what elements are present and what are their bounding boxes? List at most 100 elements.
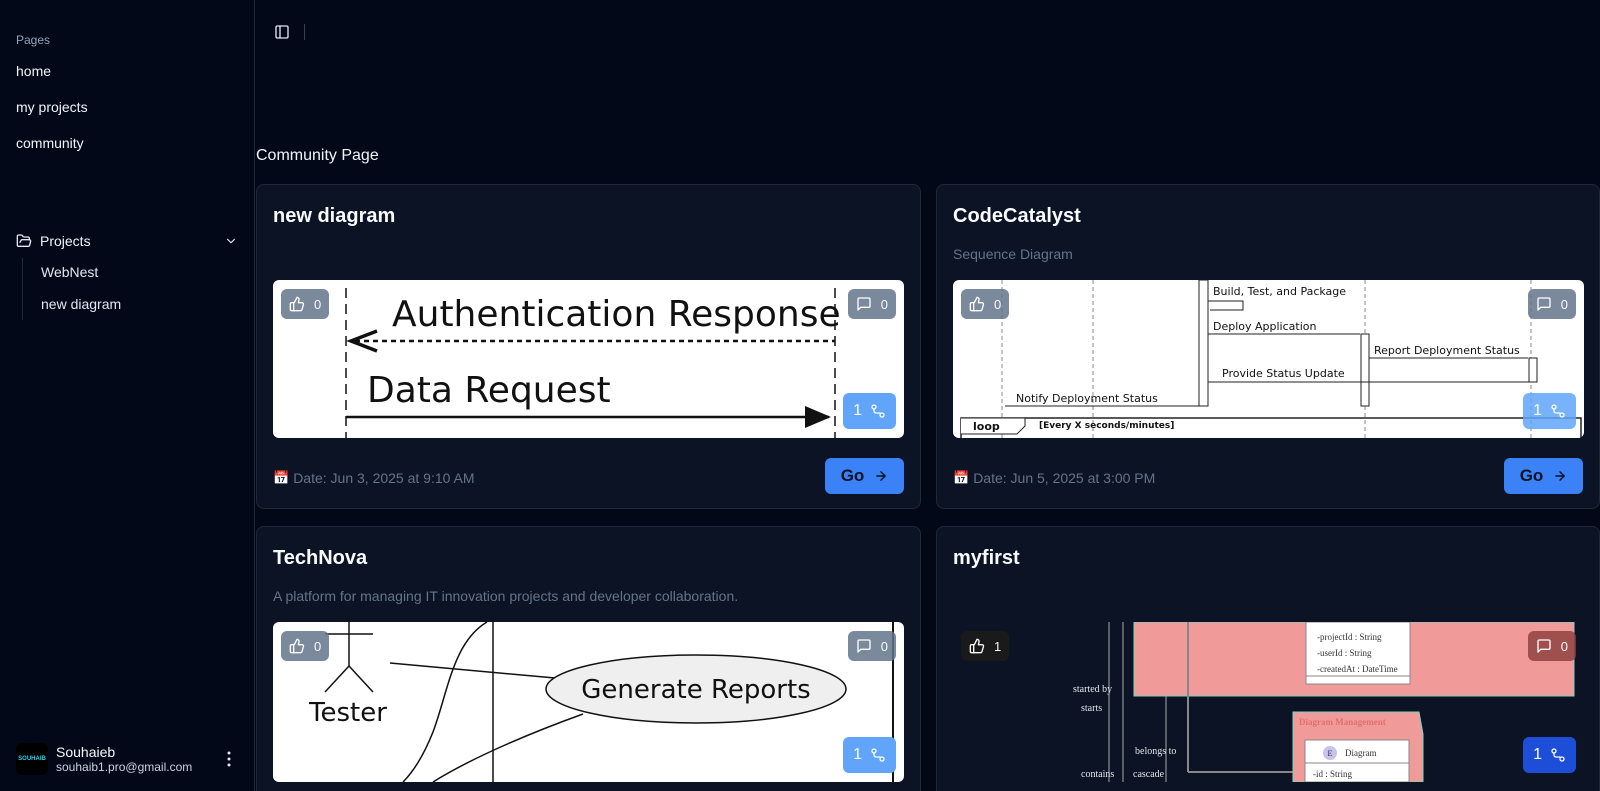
diagram-preview-image: Build, Test, and Package Deploy Applicat…: [960, 280, 1582, 438]
diagram-preview-image: Authentication Response Data Request: [345, 288, 841, 438]
fork-button[interactable]: 1: [1523, 737, 1576, 773]
comment-count: 0: [880, 638, 888, 654]
preview-label: starts: [1081, 703, 1102, 714]
like-button[interactable]: 0: [281, 289, 330, 319]
thumbs-up-icon: [969, 638, 985, 654]
sidebar-toggle-icon[interactable]: [274, 24, 290, 40]
project-card: TechNova A platform for managing IT inno…: [256, 526, 921, 791]
message-square-icon: [1537, 639, 1551, 653]
fork-count: 1: [853, 402, 862, 419]
project-item-new-diagram[interactable]: new diagram: [41, 296, 121, 312]
arrow-right-icon: [1555, 471, 1566, 481]
git-fork-icon: [871, 748, 885, 762]
preview-label: Provide Status Update: [1222, 367, 1345, 380]
fork-button[interactable]: 1: [843, 393, 896, 429]
preview-label: Diagram Management: [1299, 717, 1386, 727]
chevron-down-icon: [226, 238, 236, 244]
thumbs-up-icon: [289, 296, 305, 312]
preview-label: [Every X seconds/minutes]: [1039, 421, 1174, 431]
like-count: 0: [314, 638, 322, 654]
sidebar-link-home[interactable]: home: [16, 63, 51, 79]
go-button[interactable]: Go: [825, 458, 904, 494]
fork-count: 1: [1533, 746, 1542, 763]
git-fork-icon: [871, 404, 885, 418]
diagram-preview[interactable]: -projectId : String -userId : String -cr…: [953, 622, 1584, 782]
project-card: myfirst -projectId : String -userId : St…: [936, 526, 1600, 791]
project-item-webnest[interactable]: WebNest: [41, 264, 98, 280]
like-count: 1: [994, 638, 1002, 654]
thumbs-up-icon: [289, 638, 305, 654]
git-fork-icon: [1551, 748, 1565, 762]
calendar-icon: 📅: [953, 470, 970, 485]
card-title: CodeCatalyst: [953, 205, 1081, 227]
card-description: Sequence Diagram: [953, 246, 1073, 262]
diagram-preview[interactable]: Build, Test, and Package Deploy Applicat…: [953, 280, 1584, 438]
sidebar: Pages home my projects community Project…: [0, 0, 255, 791]
projects-label: Projects: [40, 233, 91, 249]
card-description: A platform for managing IT innovation pr…: [273, 588, 739, 604]
preview-label: Notify Deployment Status: [1016, 392, 1158, 405]
go-button[interactable]: Go: [1504, 458, 1583, 494]
go-label: Go: [1519, 466, 1544, 485]
sidebar-link-community[interactable]: community: [16, 135, 84, 151]
preview-label: Report Deployment Status: [1374, 344, 1520, 357]
like-count: 0: [994, 296, 1002, 312]
diagram-preview-image: -projectId : String -userId : String -cr…: [1073, 622, 1575, 782]
thumbs-up-icon: [969, 296, 985, 312]
comment-count: 0: [1560, 296, 1568, 312]
preview-label: Build, Test, and Package: [1213, 285, 1346, 298]
message-square-icon: [857, 297, 871, 311]
project-card: new diagram Authentication Response Data…: [256, 184, 921, 509]
preview-label: Authentication Response: [392, 294, 841, 335]
card-date-text: Date: Jun 5, 2025 at 3:00 PM: [973, 470, 1156, 486]
preview-label: contains: [1081, 769, 1114, 780]
fork-button[interactable]: 1: [843, 737, 896, 773]
class-stereotype-letter: E: [1328, 749, 1333, 758]
git-fork-icon: [1551, 404, 1565, 418]
diagram-preview-image: Tester Generate Reports: [308, 622, 894, 782]
fork-count: 1: [853, 746, 862, 763]
fork-count: 1: [1533, 402, 1542, 419]
sidebar-section-label: Pages: [16, 33, 51, 47]
sidebar-link-my-projects[interactable]: my projects: [16, 99, 88, 115]
like-button[interactable]: 0: [961, 289, 1010, 319]
comment-count: 0: [880, 296, 888, 312]
card-date: 📅 Date: Jun 3, 2025 at 9:10 AM: [273, 470, 475, 486]
folder-icon: [16, 234, 32, 247]
preview-label: -id : String: [1313, 769, 1353, 779]
diagram-preview[interactable]: Authentication Response Data Request 0 0…: [273, 280, 904, 438]
like-count: 0: [314, 296, 322, 312]
toolbar-divider: [304, 24, 305, 40]
project-list: WebNest new diagram: [22, 258, 232, 320]
user-name: Souhaieb: [56, 743, 116, 760]
preview-label: -projectId : String: [1317, 632, 1382, 642]
message-square-icon: [1537, 297, 1551, 311]
comment-count: 0: [1560, 638, 1568, 654]
diagram-preview[interactable]: Tester Generate Reports 0 0 1: [273, 622, 904, 782]
page-title: Community Page: [256, 147, 379, 164]
like-button[interactable]: 1: [961, 631, 1010, 661]
preview-label: started by: [1073, 684, 1112, 695]
avatar: SOUHAIB: [16, 743, 48, 775]
preview-label: loop: [973, 420, 1000, 433]
preview-label: Tester: [308, 698, 387, 728]
preview-label: Deploy Application: [1213, 320, 1317, 333]
projects-toggle[interactable]: Projects: [16, 230, 238, 252]
comment-button[interactable]: 0: [847, 289, 896, 319]
arrow-right-icon: [876, 471, 887, 481]
fork-button[interactable]: 1: [1523, 393, 1576, 429]
comment-button[interactable]: 0: [1527, 631, 1576, 661]
preview-label: belongs to: [1135, 746, 1176, 757]
more-vertical-icon[interactable]: [224, 750, 234, 768]
card-date: 📅 Date: Jun 5, 2025 at 3:00 PM: [953, 470, 1155, 486]
comment-button[interactable]: 0: [1527, 289, 1576, 319]
like-button[interactable]: 0: [281, 631, 330, 661]
user-profile[interactable]: SOUHAIB Souhaieb souhaib1.pro@gmail.com: [16, 740, 240, 778]
preview-label: Data Request: [367, 370, 611, 411]
card-title: new diagram: [273, 205, 396, 227]
message-square-icon: [857, 639, 871, 653]
card-title: myfirst: [953, 547, 1020, 569]
preview-label: -createdAt : DateTime: [1317, 664, 1398, 674]
comment-button[interactable]: 0: [847, 631, 896, 661]
card-date-text: Date: Jun 3, 2025 at 9:10 AM: [293, 470, 475, 486]
